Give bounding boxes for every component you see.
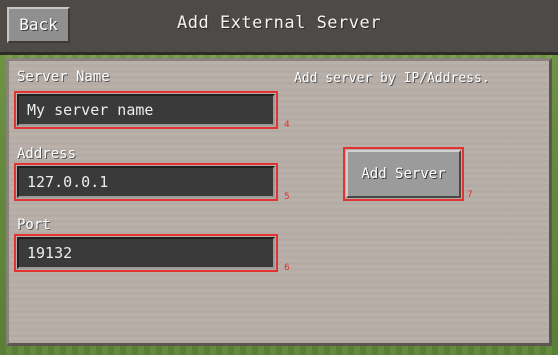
address-marker: 5 [284, 192, 290, 202]
server-name-field[interactable]: My server name [14, 91, 278, 129]
add-server-panel: Server Name My server name 4 Address 127… [6, 58, 552, 346]
address-field[interactable]: 127.0.0.1 [14, 163, 278, 201]
server-name-marker: 4 [284, 120, 290, 130]
port-label: Port [17, 217, 51, 233]
back-button[interactable]: Back [7, 7, 70, 43]
address-label: Address [17, 146, 77, 162]
add-server-marker: 7 [467, 190, 473, 200]
add-server-hint: Add server by IP/Address. [294, 71, 490, 86]
page-title: Add External Server [177, 13, 381, 33]
port-field[interactable]: 19132 [14, 234, 278, 272]
add-server-button[interactable]: Add Server [343, 147, 464, 201]
server-name-label: Server Name [17, 69, 110, 85]
top-bar: Back Add External Server [0, 0, 558, 55]
port-marker: 6 [284, 263, 290, 273]
